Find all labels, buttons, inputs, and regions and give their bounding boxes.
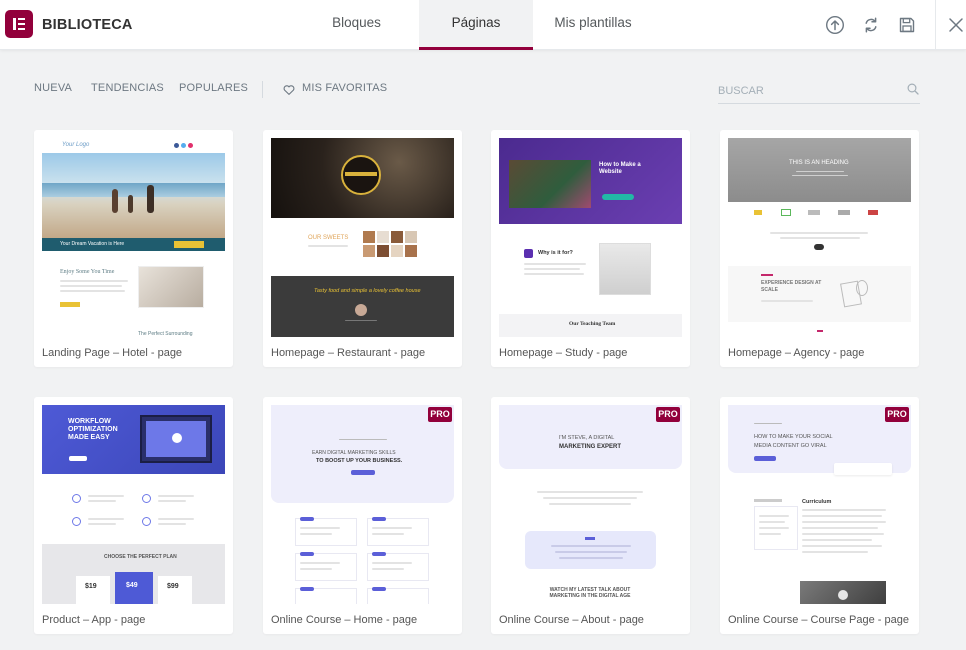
beach-photo [42,153,225,238]
upload-icon[interactable] [825,15,845,35]
template-thumbnail: EARN DIGITAL MARKETING SKILLS TO BOOST U… [271,405,454,604]
thumb-heading: Enjoy Some You Time [60,269,115,275]
thumb-bottom-heading: WATCH MY LATEST TALK ABOUT MARKETING IN … [549,587,631,599]
pro-badge: PRO [656,407,680,422]
template-card-online-course-home[interactable]: PRO EARN DIGITAL MARKETING SKILLS TO BOO… [263,397,462,634]
filter-divider [262,81,263,98]
template-title: Landing Page – Hotel - page [42,347,183,359]
close-icon[interactable] [946,15,966,35]
pro-badge: PRO [885,407,909,422]
template-thumbnail: How to Make a Website Why is it for? Our… [499,138,682,337]
thumb-banner: Your Dream Vacation is Here [42,238,225,251]
template-title: Homepage – Agency - page [728,347,865,359]
save-icon[interactable] [897,15,917,35]
sync-icon[interactable] [861,15,881,35]
pro-badge: PRO [428,407,452,422]
template-title: Homepage – Study - page [499,347,628,359]
template-card-product-app[interactable]: WORKFLOW OPTIMIZATION MADE EASY CHOOSE T… [34,397,233,634]
template-card-agency[interactable]: THIS IS AN HEADING EXPERIENCE DESIGN AT … [720,130,919,367]
thumb-quote-band: Tasty food and simple a lovely coffee ho… [271,276,454,337]
thumb-photo [138,266,204,308]
template-card-online-course-page[interactable]: PRO HOW TO MAKE YOUR SOCIAL MEDIA CONTEN… [720,397,919,634]
social-icon [174,143,179,148]
social-icon [188,143,193,148]
library-title: BIBLIOTECA [42,17,133,33]
thumb-hero: How to Make a Website [499,138,682,224]
thumb-hero: I'M STEVE, A DIGITAL MARKETING EXPERT [499,405,682,469]
thumb-section: EXPERIENCE DESIGN AT SCALE [761,280,822,293]
template-thumbnail: Your Logo Your Dream Vacation is Here En… [42,138,225,337]
thumb-photo [599,243,651,295]
template-thumbnail: OUR SWEETS Tasty food and simple a lovel… [271,138,454,337]
search-icon[interactable] [907,82,919,95]
library-header: BIBLIOTECA Bloques Páginas Mis plantilla… [0,0,966,50]
template-thumbnail: THIS IS AN HEADING EXPERIENCE DESIGN AT … [728,138,911,337]
template-card-restaurant[interactable]: OUR SWEETS Tasty food and simple a lovel… [263,130,462,367]
thumb-hero: THIS IS AN HEADING [728,138,911,202]
thumb-hero: EARN DIGITAL MARKETING SKILLS TO BOOST U… [271,405,454,503]
search-input[interactable] [718,76,898,102]
template-card-landing-hotel[interactable]: Your Logo Your Dream Vacation is Here En… [34,130,233,367]
filter-populares[interactable]: POPULARES [179,82,248,94]
elementor-logo-icon [5,10,33,38]
template-thumbnail: I'M STEVE, A DIGITAL MARKETING EXPERT WA… [499,405,682,604]
filter-tendencias[interactable]: TENDENCIAS [91,82,164,94]
thumb-video [800,581,886,604]
header-divider [935,0,936,50]
template-card-study[interactable]: How to Make a Website Why is it for? Our… [491,130,690,367]
thumb-logo: Your Logo [62,142,90,148]
tab-bloques[interactable]: Bloques [310,0,403,50]
template-title: Homepage – Restaurant - page [271,347,426,359]
template-title: Online Course – About - page [499,614,644,626]
template-title: Online Course – Home - page [271,614,418,626]
template-thumbnail: HOW TO MAKE YOUR SOCIAL MEDIA CONTENT GO… [728,405,911,604]
thumb-footer: The Perfect Surrounding [138,331,193,337]
tab-paginas[interactable]: Páginas [419,0,533,50]
thumb-heading: OUR SWEETS [308,235,349,241]
thumb-hero: WORKFLOW OPTIMIZATION MADE EASY [42,405,225,474]
search-box [718,76,920,104]
template-title: Product – App - page [42,614,146,626]
thumb-pricing-heading: CHOOSE THE PERFECT PLAN [104,554,177,560]
thumb-section: Curriculum [802,499,832,505]
thumb-hero: HOW TO MAKE YOUR SOCIAL MEDIA CONTENT GO… [728,405,911,475]
filter-mis-favoritas[interactable]: MIS FAVORITAS [302,82,387,94]
tab-mis-plantillas[interactable]: Mis plantillas [538,0,648,50]
template-title: Online Course – Course Page - page [728,614,909,626]
thumb-section: Why is it for? [538,250,573,256]
filter-nueva[interactable]: NUEVA [34,82,72,94]
social-icon [181,143,186,148]
heart-icon[interactable] [283,83,295,95]
template-card-online-course-about[interactable]: PRO I'M STEVE, A DIGITAL MARKETING EXPER… [491,397,690,634]
restaurant-photo [271,138,454,218]
template-thumbnail: WORKFLOW OPTIMIZATION MADE EASY CHOOSE T… [42,405,225,604]
